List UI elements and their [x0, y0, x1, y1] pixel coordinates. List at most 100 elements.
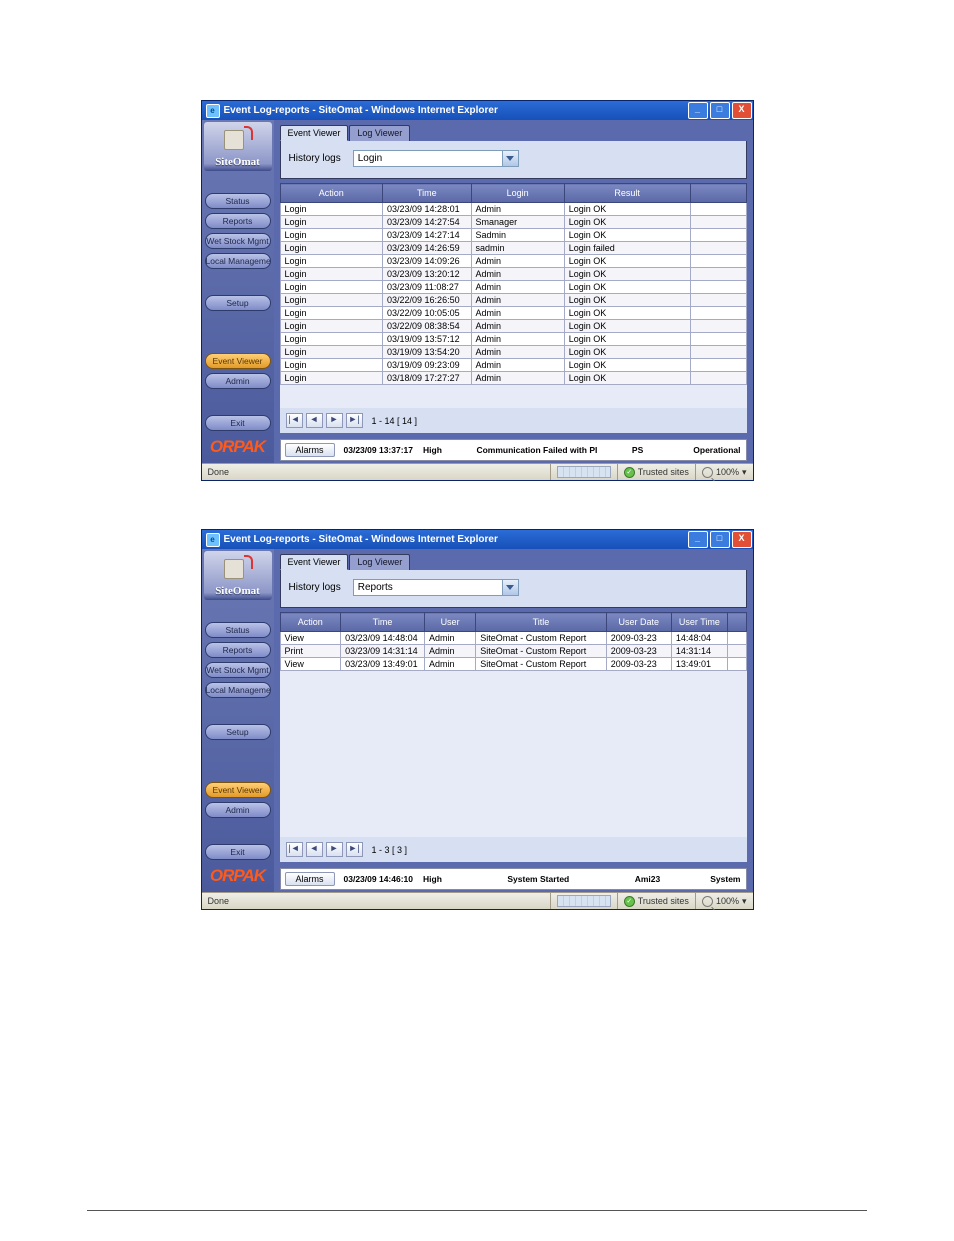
- table-row[interactable]: Login03/23/09 11:08:27AdminLogin OK: [280, 281, 746, 294]
- col-user[interactable]: User: [424, 613, 475, 632]
- table-row[interactable]: Login03/18/09 17:27:27AdminLogin OK: [280, 372, 746, 385]
- close-button[interactable]: X: [732, 531, 752, 548]
- page-last[interactable]: ►|: [346, 842, 363, 857]
- status-zoom[interactable]: 100% ▾: [695, 893, 753, 909]
- alarm-bar: Alarms 03/23/09 14:46:10 High System Sta…: [280, 868, 747, 890]
- nav-admin[interactable]: Admin: [205, 373, 271, 389]
- maximize-button[interactable]: □: [710, 531, 730, 548]
- col-result[interactable]: Result: [564, 184, 690, 203]
- table-row[interactable]: View03/23/09 14:48:04AdminSiteOmat - Cus…: [280, 632, 746, 645]
- cell: Login: [280, 307, 383, 320]
- tab-eventviewer[interactable]: Event Viewer: [280, 125, 349, 141]
- nav-exit[interactable]: Exit: [205, 844, 271, 860]
- cell: Admin: [471, 346, 564, 359]
- cell: Login: [280, 268, 383, 281]
- zoom-icon: [702, 467, 713, 478]
- page-prev[interactable]: ◄: [306, 842, 323, 857]
- titlebar[interactable]: e Event Log-reports - SiteOmat - Windows…: [202, 101, 753, 120]
- nav-exit[interactable]: Exit: [205, 415, 271, 431]
- tab-logviewer[interactable]: Log Viewer: [349, 554, 410, 570]
- status-zoom[interactable]: 100% ▾: [695, 464, 753, 480]
- col-title[interactable]: Title: [476, 613, 606, 632]
- cell: Admin: [471, 294, 564, 307]
- nav-eventviewer[interactable]: Event Viewer: [205, 782, 271, 798]
- cell: Login: [280, 242, 383, 255]
- nav-status[interactable]: Status: [205, 622, 271, 638]
- nav-wetstock[interactable]: Wet Stock Mgmt: [205, 233, 271, 249]
- page-first[interactable]: |◄: [286, 413, 303, 428]
- page-first[interactable]: |◄: [286, 842, 303, 857]
- cell: Login OK: [564, 320, 690, 333]
- nav-eventviewer[interactable]: Event Viewer: [205, 353, 271, 369]
- table-row[interactable]: Login03/23/09 14:28:01AdminLogin OK: [280, 203, 746, 216]
- main-panel: Event Viewer Log Viewer History logs Rep…: [274, 549, 753, 892]
- ie-icon: e: [206, 104, 220, 118]
- tab-logviewer[interactable]: Log Viewer: [349, 125, 410, 141]
- cell: Admin: [424, 645, 475, 658]
- table-row[interactable]: Print03/23/09 14:31:14AdminSiteOmat - Cu…: [280, 645, 746, 658]
- window-title: Event Log-reports - SiteOmat - Windows I…: [224, 105, 498, 116]
- table-row[interactable]: Login03/19/09 09:23:09AdminLogin OK: [280, 359, 746, 372]
- alarm-bar: Alarms 03/23/09 13:37:17 High Communicat…: [280, 439, 747, 461]
- table-row[interactable]: Login03/19/09 13:54:20AdminLogin OK: [280, 346, 746, 359]
- cell: SiteOmat - Custom Report: [476, 632, 606, 645]
- col-usertime[interactable]: User Time: [671, 613, 727, 632]
- table-row[interactable]: Login03/23/09 14:27:14SadminLogin OK: [280, 229, 746, 242]
- nav-localmgmt[interactable]: Local Management: [205, 682, 271, 698]
- page-prev[interactable]: ◄: [306, 413, 323, 428]
- close-button[interactable]: X: [732, 102, 752, 119]
- page-last[interactable]: ►|: [346, 413, 363, 428]
- alarm-time: 03/23/09 14:46:10: [339, 874, 418, 884]
- table-row[interactable]: Login03/23/09 14:27:54SmanagerLogin OK: [280, 216, 746, 229]
- nav-localmgmt[interactable]: Local Management: [205, 253, 271, 269]
- minimize-button[interactable]: _: [688, 531, 708, 548]
- cell: 2009-03-23: [606, 632, 671, 645]
- nav-setup[interactable]: Setup: [205, 295, 271, 311]
- table-row[interactable]: Login03/23/09 13:20:12AdminLogin OK: [280, 268, 746, 281]
- table-row[interactable]: Login03/23/09 14:26:59sadminLogin failed: [280, 242, 746, 255]
- minimize-button[interactable]: _: [688, 102, 708, 119]
- nav-wetstock[interactable]: Wet Stock Mgmt: [205, 662, 271, 678]
- alarms-button[interactable]: Alarms: [285, 872, 335, 886]
- nav-setup[interactable]: Setup: [205, 724, 271, 740]
- maximize-button[interactable]: □: [710, 102, 730, 119]
- status-trusted[interactable]: ✓ Trusted sites: [617, 893, 695, 909]
- nav-reports[interactable]: Reports: [205, 642, 271, 658]
- cell: 03/23/09 14:27:54: [383, 216, 472, 229]
- shield-icon: ✓: [624, 467, 635, 478]
- page-next[interactable]: ►: [326, 842, 343, 857]
- brand-logo: SiteOmat: [204, 551, 272, 600]
- cell: Login: [280, 359, 383, 372]
- nav-status[interactable]: Status: [205, 193, 271, 209]
- table-row[interactable]: Login03/23/09 14:09:26AdminLogin OK: [280, 255, 746, 268]
- tab-eventviewer[interactable]: Event Viewer: [280, 554, 349, 570]
- cell: Login OK: [564, 203, 690, 216]
- history-logs-select[interactable]: Login: [353, 150, 519, 167]
- chevron-down-icon[interactable]: [502, 151, 518, 166]
- nav-reports[interactable]: Reports: [205, 213, 271, 229]
- alarms-button[interactable]: Alarms: [285, 443, 335, 457]
- app-window-reports: e Event Log-reports - SiteOmat - Windows…: [201, 529, 754, 910]
- col-action[interactable]: Action: [280, 184, 383, 203]
- nav-admin[interactable]: Admin: [205, 802, 271, 818]
- table-row[interactable]: Login03/22/09 10:05:05AdminLogin OK: [280, 307, 746, 320]
- table-row[interactable]: Login03/22/09 16:26:50AdminLogin OK: [280, 294, 746, 307]
- table-row[interactable]: Login03/19/09 13:57:12AdminLogin OK: [280, 333, 746, 346]
- col-time[interactable]: Time: [383, 184, 472, 203]
- table-row[interactable]: Login03/22/09 08:38:54AdminLogin OK: [280, 320, 746, 333]
- table-header: Action Time User Title User Date User Ti…: [280, 613, 746, 632]
- cell: 13:49:01: [671, 658, 727, 671]
- page-next[interactable]: ►: [326, 413, 343, 428]
- col-action[interactable]: Action: [280, 613, 341, 632]
- col-time[interactable]: Time: [341, 613, 425, 632]
- col-userdate[interactable]: User Date: [606, 613, 671, 632]
- cell: Login OK: [564, 281, 690, 294]
- alarm-category: System: [705, 874, 745, 884]
- titlebar[interactable]: e Event Log-reports - SiteOmat - Windows…: [202, 530, 753, 549]
- history-logs-select[interactable]: Reports: [353, 579, 519, 596]
- col-blank: [690, 184, 746, 203]
- col-login[interactable]: Login: [471, 184, 564, 203]
- table-row[interactable]: View03/23/09 13:49:01AdminSiteOmat - Cus…: [280, 658, 746, 671]
- chevron-down-icon[interactable]: [502, 580, 518, 595]
- status-trusted[interactable]: ✓ Trusted sites: [617, 464, 695, 480]
